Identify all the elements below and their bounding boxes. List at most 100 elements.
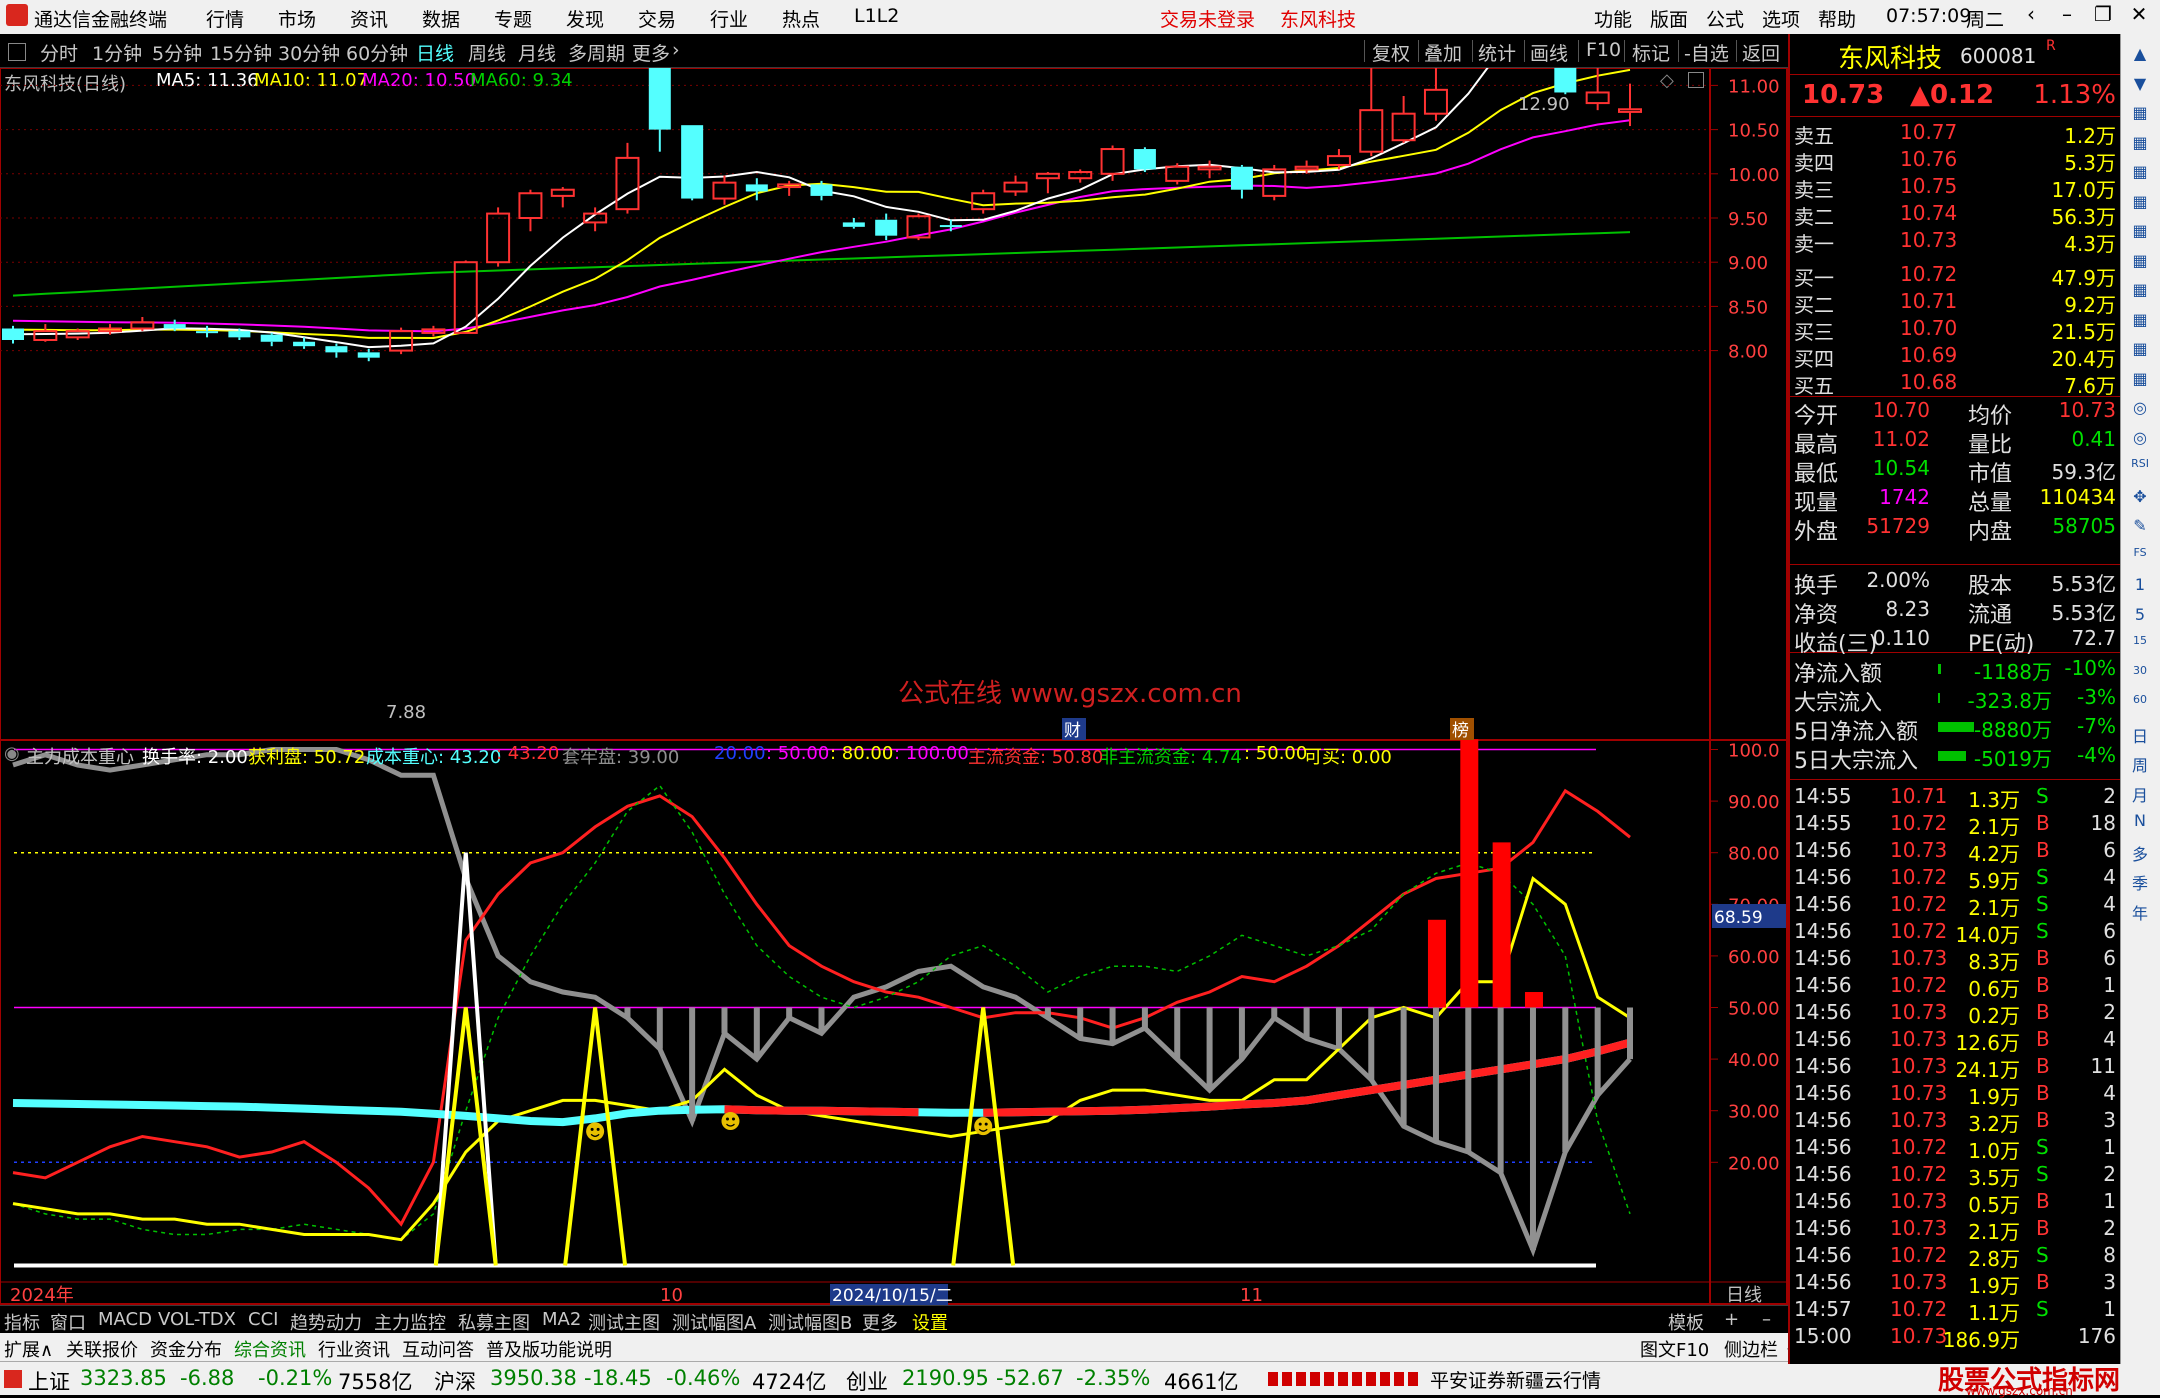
candle[interactable] (325, 343, 348, 358)
period-60min[interactable]: 60分钟 (346, 39, 408, 66)
side-tool-icon[interactable]: ◎ (2125, 398, 2155, 426)
candle[interactable] (550, 187, 575, 208)
side-tool-icon[interactable]: ▦ (2125, 310, 2155, 338)
side-tool-icon[interactable]: N (2125, 811, 2155, 839)
candle[interactable] (842, 218, 865, 229)
side-tool-icon[interactable]: 日 (2125, 723, 2155, 751)
side-tool-icon[interactable]: ▦ (2125, 103, 2155, 131)
info-hudong[interactable]: 互动问答 (402, 1336, 474, 1362)
menu-l1l2[interactable]: L1L2 (854, 5, 899, 27)
side-tool-icon[interactable]: ▦ (2125, 221, 2155, 249)
period-5min[interactable]: 5分钟 (152, 39, 202, 66)
close-icon[interactable]: ✕ (2122, 2, 2156, 32)
side-tool-icon[interactable]: ▼ (2125, 74, 2155, 102)
remove-icon[interactable]: – (1762, 1309, 1771, 1330)
candle[interactable] (1230, 164, 1253, 199)
candle[interactable] (518, 189, 543, 232)
tab-qushi[interactable]: 趋势动力 (290, 1309, 362, 1335)
side-tool-icon[interactable]: ▦ (2125, 133, 2155, 161)
candle[interactable] (1068, 169, 1093, 183)
sh-name[interactable]: 上证 (28, 1366, 70, 1396)
candle[interactable] (1423, 68, 1448, 121)
tab-zhibiao[interactable]: 指标 (4, 1309, 40, 1335)
info-guanlian[interactable]: 关联报价 (66, 1336, 138, 1362)
candle[interactable] (712, 175, 737, 205)
tool-f10[interactable]: F10 (1586, 39, 1621, 61)
candle[interactable] (971, 189, 996, 214)
info-expand[interactable]: 扩展∧ (4, 1336, 53, 1362)
info-zijin[interactable]: 资金分布 (150, 1336, 222, 1362)
add-icon[interactable]: + (1724, 1309, 1739, 1330)
info-puji[interactable]: 普及版功能说明 (486, 1336, 612, 1362)
menu-zixun[interactable]: 资讯 (350, 5, 388, 32)
hs-name[interactable]: 沪深 (434, 1366, 476, 1396)
menu-hangye[interactable]: 行业 (710, 5, 748, 32)
menu-jiaoyi[interactable]: 交易 (638, 5, 676, 32)
side-tool-icon[interactable]: 5 (2125, 605, 2155, 633)
period-fenshi[interactable]: 分时 (40, 39, 78, 66)
candle[interactable] (1262, 164, 1287, 201)
restore-icon[interactable]: ❐ (2086, 2, 2120, 32)
tab-ma2[interactable]: MA2 (542, 1309, 581, 1330)
candle[interactable] (1035, 172, 1060, 194)
candle[interactable] (1133, 147, 1156, 173)
tab-chuangkou[interactable]: 窗口 (50, 1309, 86, 1335)
candle[interactable] (260, 332, 283, 347)
side-tool-icon[interactable]: 季 (2125, 870, 2155, 898)
side-tool-icon[interactable]: ▲ (2125, 44, 2155, 72)
tab-ceshizhutu[interactable]: 测试主图 (588, 1309, 660, 1335)
menu-xuanxiang[interactable]: 选项 (1762, 5, 1800, 32)
menu-shichang[interactable]: 市场 (278, 5, 316, 32)
side-tool-icon[interactable]: 60 (2125, 693, 2155, 721)
tool-tongji[interactable]: 统计 (1478, 39, 1516, 66)
candle[interactable] (939, 219, 962, 232)
side-tool-icon[interactable]: 多 (2125, 841, 2155, 869)
side-tool-icon[interactable]: ▦ (2125, 251, 2155, 279)
period-30min[interactable]: 30分钟 (278, 39, 340, 66)
candle[interactable] (1197, 160, 1222, 179)
menu-zhuanti[interactable]: 专题 (494, 5, 532, 32)
side-tool-icon[interactable]: ▦ (2125, 162, 2155, 190)
tool-biaoji[interactable]: 标记 (1632, 39, 1670, 66)
period-weekly[interactable]: 周线 (468, 39, 506, 66)
tab-macd[interactable]: MACD (98, 1309, 152, 1330)
period-1min[interactable]: 1分钟 (92, 39, 142, 66)
info-f10[interactable]: 图文F10 (1640, 1336, 1709, 1362)
info-zonghe[interactable]: 综合资讯 (234, 1336, 306, 1362)
candle[interactable] (1003, 175, 1028, 196)
indicator-collapse-icon[interactable]: ◉ (4, 743, 20, 764)
menu-gongshi[interactable]: 公式 (1706, 5, 1744, 32)
candle[interactable] (615, 142, 640, 214)
tool-fuquan[interactable]: 复权 (1372, 39, 1410, 66)
candle[interactable] (1391, 96, 1416, 143)
tab-template[interactable]: 模板 (1668, 1309, 1704, 1335)
menu-bangzhu[interactable]: 帮助 (1818, 5, 1856, 32)
candle[interactable] (130, 317, 155, 332)
side-tool-icon[interactable]: RSI (2125, 457, 2155, 485)
side-tool-icon[interactable]: ✎ (2125, 516, 2155, 544)
tab-simu[interactable]: 私募主图 (458, 1309, 530, 1335)
candle[interactable] (875, 213, 898, 241)
side-tool-icon[interactable]: ▦ (2125, 339, 2155, 367)
candle[interactable] (389, 327, 414, 355)
side-tool-icon[interactable]: FS (2125, 546, 2155, 574)
candle[interactable] (1359, 68, 1384, 157)
cy-name[interactable]: 创业 (846, 1366, 888, 1396)
menu-redian[interactable]: 热点 (782, 5, 820, 32)
side-tool-icon[interactable]: ▦ (2125, 192, 2155, 220)
menu-shuju[interactable]: 数据 (422, 5, 460, 32)
cai-marker[interactable]: 财 (1064, 721, 1081, 741)
side-tool-icon[interactable]: ✥ (2125, 487, 2155, 515)
tab-ceshi-b[interactable]: 测试幅图B (768, 1309, 852, 1335)
side-tool-icon[interactable]: 年 (2125, 900, 2155, 928)
candle[interactable] (196, 325, 219, 338)
period-more[interactable]: 更多 (632, 39, 670, 66)
kline-chart[interactable]: 12.5012.0011.5011.0010.5010.009.509.008.… (0, 68, 1788, 1305)
tool-fanhui[interactable]: 返回 (1742, 39, 1780, 66)
side-tool-icon[interactable]: 1 (2125, 575, 2155, 603)
side-tool-icon[interactable]: 月 (2125, 782, 2155, 810)
candle[interactable] (648, 68, 671, 152)
candle[interactable] (486, 207, 511, 267)
period-multi[interactable]: 多周期 (568, 39, 625, 66)
menu-banmian[interactable]: 版面 (1650, 5, 1688, 32)
